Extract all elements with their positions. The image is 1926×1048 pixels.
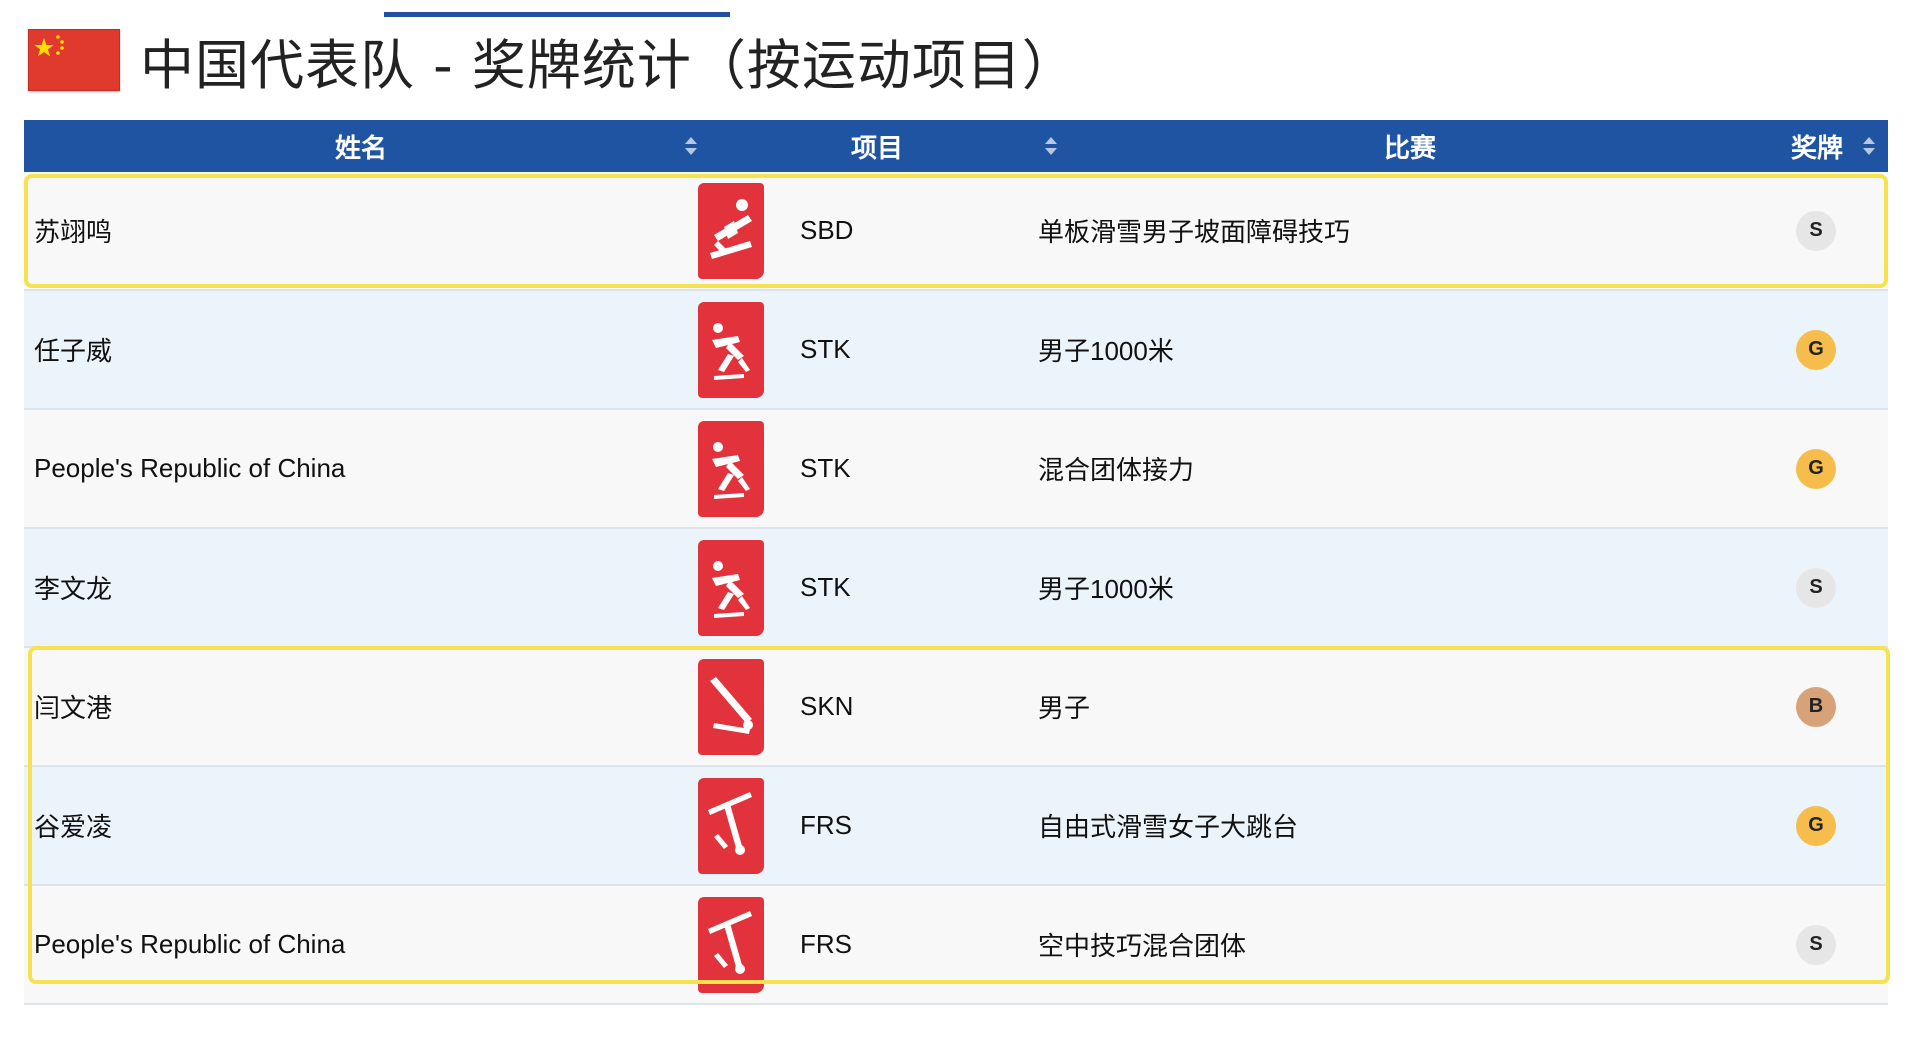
medal-badge: G	[1796, 448, 1836, 489]
event-name: 单板滑雪男子坡面障碍技巧	[1038, 217, 1351, 247]
medal-badge: S	[1796, 924, 1836, 965]
athlete-name: 李文龙	[34, 574, 113, 604]
event-name: 空中技巧混合团体	[1038, 931, 1247, 961]
table-header: 姓名 项目 比赛 奖牌	[24, 120, 1888, 172]
athlete-name: 任子威	[34, 336, 113, 366]
column-header-medal-label: 奖牌	[1790, 132, 1843, 163]
medals-table: 姓名 项目 比赛 奖牌 苏翊鸣 SBD 单板滑雪男子坡面障碍技巧 S 任子威 S…	[24, 120, 1888, 1005]
table-row[interactable]: 任子威 STK 男子1000米 G	[24, 291, 1888, 410]
event-name: 男子1000米	[1038, 574, 1174, 604]
page-header: 中国代表队 - 奖牌统计（按运动项目）	[28, 22, 1077, 98]
table-row[interactable]: 苏翊鸣 SBD 单板滑雪男子坡面障碍技巧 S	[24, 172, 1888, 291]
medal-badge: G	[1796, 329, 1836, 370]
table-row[interactable]: 谷爱凌 FRS 自由式滑雪女子大跳台 G	[24, 767, 1888, 886]
athlete-name: People's Republic of China	[34, 929, 346, 959]
column-header-medal[interactable]: 奖牌	[1764, 120, 1888, 172]
sport-code: STK	[800, 453, 851, 483]
medal-badge: B	[1796, 686, 1836, 727]
sport-code: FRS	[800, 929, 852, 959]
freestyle-ski-icon	[698, 777, 764, 874]
column-header-event-label: 比赛	[1383, 132, 1436, 163]
column-header-sport-label: 项目	[850, 132, 903, 163]
table-row[interactable]: 李文龙 STK 男子1000米 S	[24, 529, 1888, 648]
table-row[interactable]: People's Republic of China FRS 空中技巧混合团体 …	[24, 886, 1888, 1005]
medal-badge: S	[1796, 210, 1836, 251]
sport-code: SKN	[800, 691, 854, 721]
sport-code: STK	[800, 334, 851, 364]
sport-code: FRS	[800, 810, 852, 840]
column-header-name-label: 姓名	[334, 132, 387, 163]
event-name: 自由式滑雪女子大跳台	[1038, 812, 1299, 842]
sport-code: STK	[800, 572, 851, 602]
snowboard-icon	[698, 182, 764, 279]
athlete-name: People's Republic of China	[34, 453, 346, 483]
china-flag-icon	[28, 29, 120, 91]
page-title: 中国代表队 - 奖牌统计（按运动项目）	[140, 33, 1077, 97]
column-header-name[interactable]: 姓名	[24, 120, 698, 172]
event-name: 混合团体接力	[1038, 455, 1195, 485]
medal-badge: G	[1796, 805, 1836, 846]
athlete-name: 谷爱凌	[34, 812, 113, 842]
column-header-sport[interactable]: 项目	[698, 120, 1057, 172]
freestyle-ski-icon	[698, 896, 764, 993]
event-name: 男子1000米	[1038, 336, 1174, 366]
sport-code: SBD	[800, 215, 854, 245]
sort-icon[interactable]	[684, 135, 698, 157]
short-track-icon	[698, 420, 764, 517]
skeleton-icon	[698, 658, 764, 755]
short-track-icon	[698, 539, 764, 636]
table-row[interactable]: People's Republic of China STK 混合团体接力 G	[24, 410, 1888, 529]
event-name: 男子	[1038, 693, 1091, 723]
column-header-event: 比赛	[1056, 120, 1764, 172]
table-row[interactable]: 闫文港 SKN 男子 B	[24, 648, 1888, 767]
short-track-icon	[698, 301, 764, 398]
sort-icon[interactable]	[1862, 135, 1876, 157]
top-accent-bar	[384, 12, 730, 17]
athlete-name: 闫文港	[34, 693, 113, 723]
athlete-name: 苏翊鸣	[34, 217, 113, 247]
medal-badge: S	[1796, 567, 1836, 608]
